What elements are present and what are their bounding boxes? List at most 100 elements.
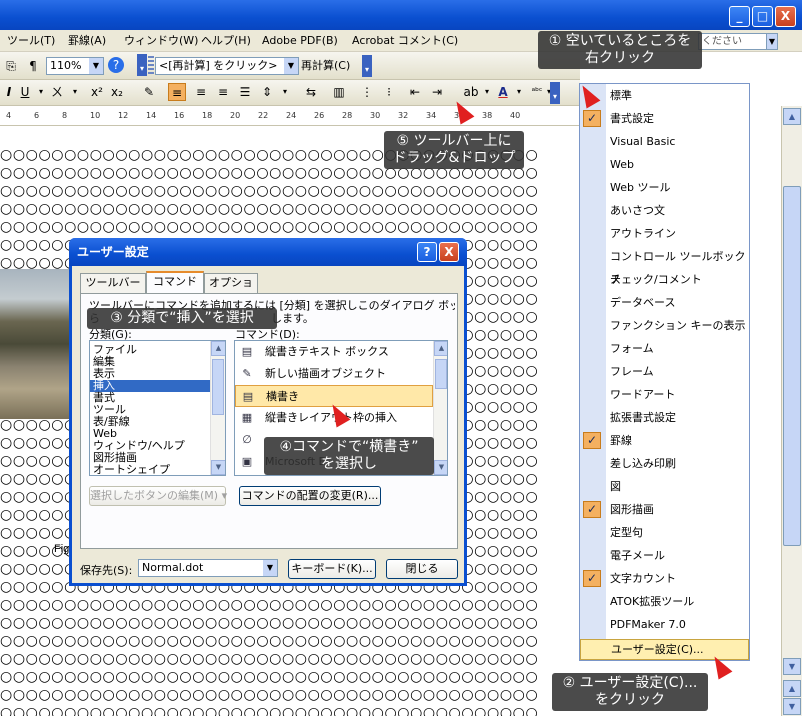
keyboard-button[interactable]: キーボード(K)... xyxy=(288,559,376,579)
scroll-up-icon[interactable]: ▲ xyxy=(434,341,447,356)
category-scrollbar[interactable]: ▲ ▼ xyxy=(210,341,225,475)
context-menu-item[interactable]: フレーム xyxy=(580,360,749,383)
close-button[interactable]: X xyxy=(775,6,796,27)
align-justify-icon[interactable]: ≡ xyxy=(168,83,186,101)
context-menu-item[interactable]: Visual Basic xyxy=(580,130,749,153)
toolbar-grip[interactable] xyxy=(148,56,154,76)
help-dropdown-icon[interactable]: ▼ xyxy=(766,33,778,50)
scroll-up-icon[interactable]: ▲ xyxy=(211,341,225,356)
context-menu-item[interactable]: チェック/コメント xyxy=(580,268,749,291)
context-menu-item[interactable]: ✓ 図形描画 xyxy=(580,498,749,521)
context-menu-item-label: Web xyxy=(610,158,634,171)
tab-toolbars[interactable]: ツールバー xyxy=(80,273,146,293)
align-right-icon[interactable]: ≡ xyxy=(214,83,232,101)
format-painter-icon[interactable]: ✎ xyxy=(140,83,158,101)
context-menu-item[interactable]: ✓ 罫線 xyxy=(580,429,749,452)
help-icon[interactable]: ? xyxy=(108,57,124,73)
scroll-down-icon[interactable]: ▼ xyxy=(434,460,447,475)
line-spacing-icon[interactable]: ⇕ xyxy=(258,83,276,101)
scroll-down-icon[interactable]: ▼ xyxy=(783,658,801,675)
chevron-down-icon[interactable]: ▾ xyxy=(66,83,84,101)
dialog-close-icon[interactable]: X xyxy=(439,242,459,262)
menu-window[interactable]: ウィンドウ(W) xyxy=(124,33,198,49)
zoom-combo[interactable]: 110% ▼ xyxy=(46,57,104,75)
toolbar-options-icon[interactable]: ▾ xyxy=(550,82,560,104)
bullets-icon[interactable]: ⁝ xyxy=(380,83,398,101)
superscript-icon[interactable]: x² xyxy=(88,83,106,101)
horizontal-ruler[interactable]: 4 6 8 10 12 14 16 18 20 22 24 26 28 30 32 34 36 38 40 xyxy=(0,106,580,126)
context-menu-item[interactable]: アウトライン xyxy=(580,222,749,245)
context-menu-item-label: 定型句 xyxy=(610,526,643,539)
recalc-combo[interactable]: <[再計算] をクリック> ▼ xyxy=(155,57,299,75)
increase-indent-icon[interactable]: ⇥ xyxy=(428,83,446,101)
context-menu-item[interactable]: ✓ 文字カウント xyxy=(580,567,749,590)
vertical-scrollbar[interactable]: ▲ ▼ ▲ ▼ xyxy=(781,106,802,716)
chevron-down-icon[interactable]: ▾ xyxy=(276,83,294,101)
context-menu-item[interactable]: 拡張書式設定 xyxy=(580,406,749,429)
menu-help[interactable]: ヘルプ(H) xyxy=(201,33,251,49)
maximize-button[interactable]: □ xyxy=(752,6,773,27)
standard-toolbar: ⎘ ¶ 110% ▼ ? ▾ <[再計算] をクリック> ▼ 再計算(C) ▾ xyxy=(0,52,580,80)
context-menu-item[interactable]: あいさつ文 xyxy=(580,199,749,222)
numbering-icon[interactable]: ⋮ xyxy=(358,83,376,101)
context-menu-item[interactable]: 差し込み印刷 xyxy=(580,452,749,475)
show-hide-icon[interactable]: ¶ xyxy=(24,57,42,75)
scroll-thumb[interactable] xyxy=(212,359,224,415)
align-center-icon[interactable]: ≡ xyxy=(192,83,210,101)
menu-table[interactable]: 罫線(A) xyxy=(68,33,106,49)
context-menu-item[interactable]: コントロール ツールボックス xyxy=(580,245,749,286)
context-menu-item[interactable]: Web xyxy=(580,153,749,176)
category-list-item[interactable]: オートシェイプ xyxy=(90,464,210,476)
command-list-item[interactable]: ✎ 新しい描画オブジェクト xyxy=(235,363,433,385)
subscript-icon[interactable]: x₂ xyxy=(108,83,126,101)
menu-adobe-pdf[interactable]: Adobe PDF(B) xyxy=(262,33,338,49)
next-page-icon[interactable]: ▼ xyxy=(783,698,801,715)
context-menu-item[interactable]: ワードアート xyxy=(580,383,749,406)
scroll-thumb[interactable] xyxy=(783,186,801,546)
context-menu-item[interactable]: ATOK拡張ツール xyxy=(580,590,749,613)
distributed-icon[interactable]: ☰ xyxy=(236,83,254,101)
close-dialog-button[interactable]: 閉じる xyxy=(386,559,458,579)
context-menu-item[interactable]: フォーム xyxy=(580,337,749,360)
context-menu-item[interactable]: PDFMaker 7.0 xyxy=(580,613,749,636)
context-menu-item-label: データベース xyxy=(610,296,676,309)
dialog-help-button[interactable]: ? xyxy=(417,242,437,262)
context-menu-item[interactable]: Web ツール xyxy=(580,176,749,199)
tab-options[interactable]: オプション xyxy=(204,273,258,307)
toolbar-options-icon[interactable]: ▾ xyxy=(362,55,372,77)
recalc-button[interactable]: 再計算(C) xyxy=(301,58,350,74)
chevron-down-icon[interactable]: ▾ xyxy=(510,83,528,101)
dialog-title-text: ユーザー設定 xyxy=(77,245,149,259)
decrease-indent-icon[interactable]: ⇤ xyxy=(406,83,424,101)
context-menu-item[interactable]: 標準 xyxy=(580,84,749,107)
rearrange-commands-button[interactable]: コマンドの配置の変更(R)... xyxy=(239,486,381,506)
text-direction-icon[interactable]: ⇆ xyxy=(302,83,320,101)
emphasis-icon[interactable]: ㄨ xyxy=(48,83,66,101)
context-menu-item[interactable]: データベース xyxy=(580,291,749,314)
command-list-item[interactable]: ▤ 縦書きテキスト ボックス xyxy=(235,341,433,363)
category-listbox[interactable]: ファイル 編集 表示 挿入 書式 ツール 表/罫線 Web ウィンドウ/ヘルプ 図形描画 オートシェ… xyxy=(89,340,226,476)
edit-selection-button[interactable]: 選択したボタンの編集(M) ▾ xyxy=(89,486,227,506)
menu-acrobat-comment[interactable]: Acrobat コメント(C) xyxy=(352,33,458,49)
command-scrollbar[interactable]: ▲ ▼ xyxy=(433,341,447,475)
circle-row: ○○○○○○○○○○○○○○○○○○○○○○○○○○○○○○○○○○○○○○○○… xyxy=(0,615,539,631)
scroll-down-icon[interactable]: ▼ xyxy=(211,460,225,475)
menu-tools[interactable]: ツール(T) xyxy=(7,33,55,49)
columns-icon[interactable]: ▥ xyxy=(330,83,348,101)
ruler-tick: 8 xyxy=(62,111,68,120)
scroll-up-icon[interactable]: ▲ xyxy=(783,108,801,125)
previous-page-icon[interactable]: ▲ xyxy=(783,680,801,697)
landscape-photo xyxy=(0,269,72,419)
save-in-combo[interactable]: Normal.dot ▼ xyxy=(138,559,278,577)
tab-commands[interactable]: コマンド xyxy=(146,271,204,294)
context-menu-item[interactable]: 図 xyxy=(580,475,749,498)
context-menu-item[interactable]: 定型句 xyxy=(580,521,749,544)
toolbar-options-icon[interactable]: ▾ xyxy=(137,54,147,76)
context-menu-item[interactable]: ファンクション キーの表示 xyxy=(580,314,749,337)
research-icon[interactable]: ⎘ xyxy=(2,57,20,75)
recalc-combo-value: <[再計算] をクリック> xyxy=(159,59,278,72)
context-menu-item[interactable]: 電子メール xyxy=(580,544,749,567)
context-menu-item[interactable]: ✓ 書式設定 xyxy=(580,107,749,130)
scroll-thumb[interactable] xyxy=(435,359,447,389)
minimize-button[interactable]: _ xyxy=(729,6,750,27)
